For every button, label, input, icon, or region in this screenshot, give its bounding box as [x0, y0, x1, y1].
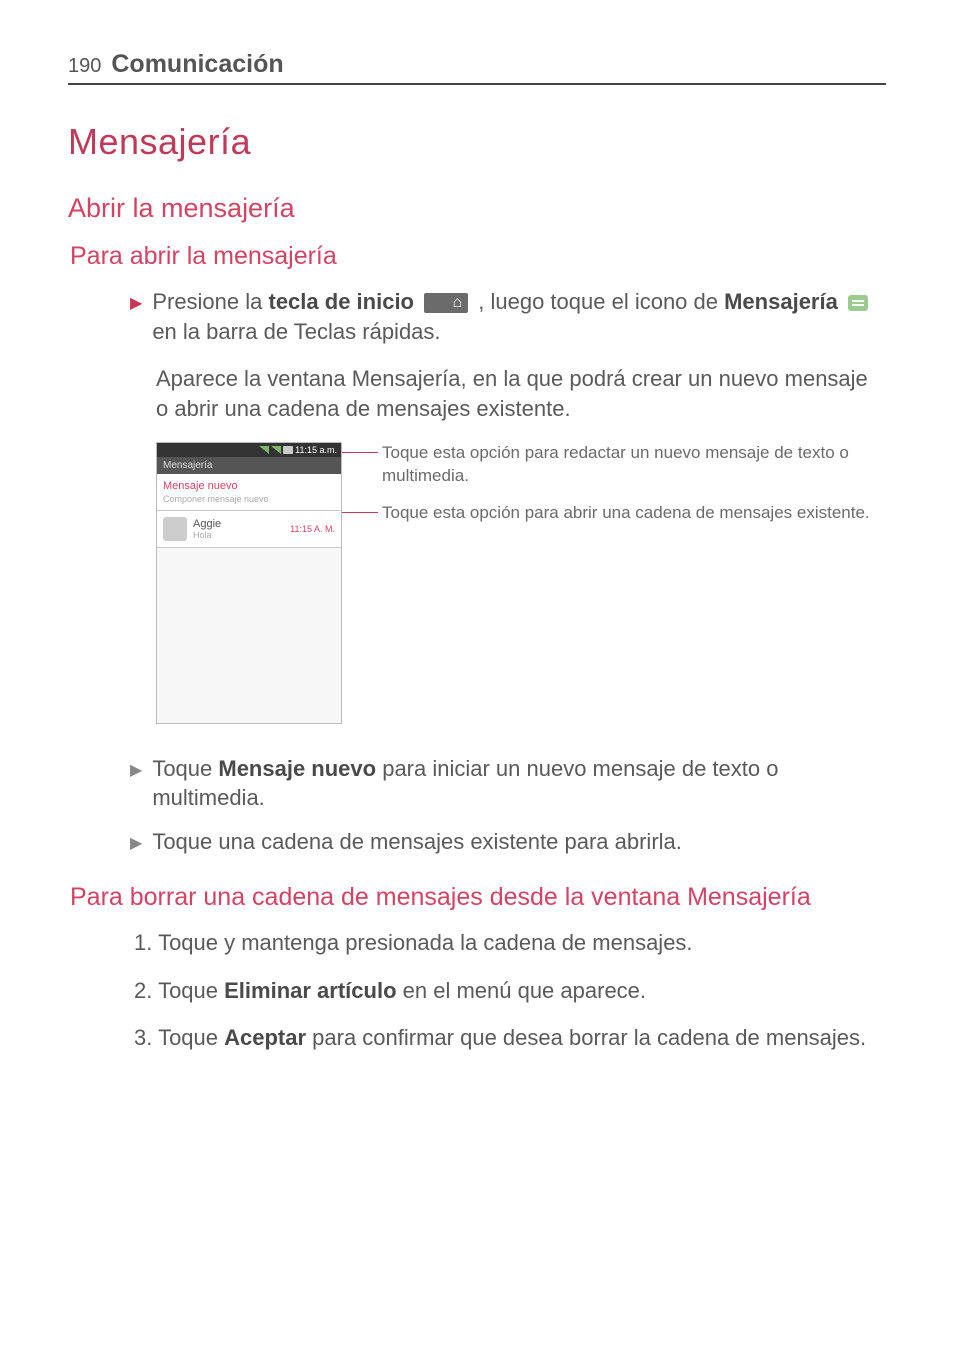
phone-thread-row: Aggie Hola 11:15 A. M. — [157, 511, 341, 548]
compose-title: Mensaje nuevo — [163, 480, 335, 492]
bold-text: Eliminar artículo — [224, 978, 396, 1003]
bold-text: Mensaje nuevo — [218, 756, 376, 781]
list-item: 3. Toque Aceptar para confirmar que dese… — [128, 1023, 886, 1053]
text-fragment: Presione la — [152, 289, 268, 314]
phone-empty-area — [157, 548, 341, 723]
triangle-icon: ▶ — [130, 833, 142, 855]
list-item: 1. Toque y mantenga presionada la cadena… — [128, 928, 886, 958]
heading-3-open: Para abrir la mensajería — [70, 242, 886, 271]
section-title: Comunicación — [111, 50, 283, 79]
page-number: 190 — [68, 55, 101, 78]
compose-subtitle: Componer mensaje nuevo — [163, 494, 335, 504]
text-fragment: para confirmar que desea borrar la caden… — [306, 1025, 866, 1050]
bullet-item: ▶ Presione la tecla de inicio , luego to… — [130, 287, 886, 346]
heading-3-delete: Para borrar una cadena de mensajes desde… — [70, 883, 886, 912]
text-fragment: Toque — [152, 756, 218, 781]
bullet-item: ▶ Toque una cadena de mensajes existente… — [130, 827, 886, 857]
callouts: Toque esta opción para redactar un nuevo… — [368, 442, 886, 539]
text-fragment: 2. Toque — [134, 978, 224, 1003]
numbered-list: 1. Toque y mantenga presionada la cadena… — [128, 928, 886, 1053]
bullet-text: Toque Mensaje nuevo para iniciar un nuev… — [152, 754, 886, 813]
phone-status-bar: 11:15 a.m. — [157, 443, 341, 457]
messaging-icon — [848, 295, 868, 311]
bullet-text: Toque una cadena de mensajes existente p… — [152, 827, 682, 857]
thread-message: Hola — [193, 530, 290, 540]
text-fragment: en el menú que aparece. — [397, 978, 647, 1003]
text-fragment: , luego toque el icono de — [478, 289, 724, 314]
heading-1: Mensajería — [68, 121, 886, 163]
home-key-icon — [424, 293, 468, 313]
phone-screenshot: 11:15 a.m. Mensajería Mensaje nuevo Comp… — [156, 442, 342, 724]
avatar — [163, 517, 187, 541]
paragraph: Aparece la ventana Mensajería, en la que… — [156, 364, 886, 423]
thread-time: 11:15 A. M. — [290, 524, 335, 534]
figure-row: 11:15 a.m. Mensajería Mensaje nuevo Comp… — [156, 442, 886, 724]
bullet-text: Presione la tecla de inicio , luego toqu… — [152, 287, 886, 346]
signal-icon — [259, 446, 269, 454]
phone-app-title: Mensajería — [157, 457, 341, 474]
triangle-icon: ▶ — [130, 293, 142, 315]
thread-name: Aggie — [193, 518, 290, 530]
heading-2: Abrir la mensajería — [68, 193, 886, 224]
bold-text: Aceptar — [224, 1025, 306, 1050]
text-fragment: 3. Toque — [134, 1025, 224, 1050]
callout-compose: Toque esta opción para redactar un nuevo… — [368, 442, 886, 488]
bold-text: tecla de inicio — [269, 289, 415, 314]
list-item: 2. Toque Eliminar artículo en el menú qu… — [128, 976, 886, 1006]
triangle-icon: ▶ — [130, 760, 142, 782]
bold-text: Mensajería — [724, 289, 838, 314]
text-fragment: en la barra de Teclas rápidas. — [152, 319, 440, 344]
signal-icon — [271, 446, 281, 454]
phone-compose-row: Mensaje nuevo Componer mensaje nuevo — [157, 474, 341, 511]
callout-thread: Toque esta opción para abrir una cadena … — [368, 502, 886, 525]
page-header: 190 Comunicación — [68, 50, 886, 85]
bullet-item: ▶ Toque Mensaje nuevo para iniciar un nu… — [130, 754, 886, 813]
status-time: 11:15 a.m. — [295, 445, 337, 455]
thread-info: Aggie Hola — [193, 518, 290, 540]
battery-icon — [283, 446, 293, 454]
